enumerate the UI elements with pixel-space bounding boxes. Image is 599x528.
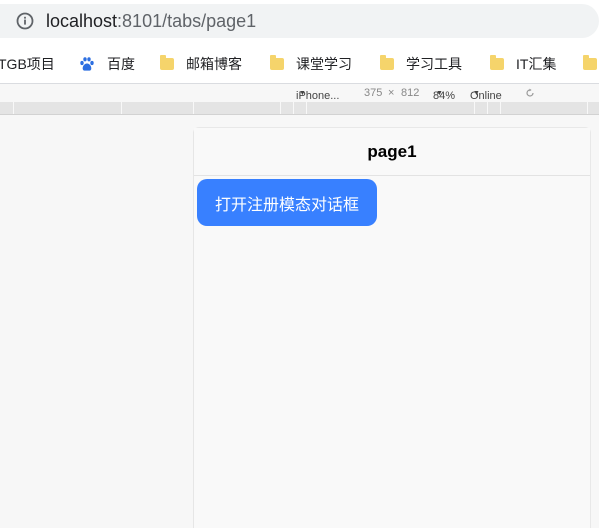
url-host: localhost <box>46 11 118 31</box>
folder-icon <box>270 55 284 70</box>
device-viewport: page1 打开注册模态对话框 <box>193 127 591 528</box>
device-toolbar: iPhone... ▼ 375 × 812 84% ▼ Online ▼ <box>0 84 599 102</box>
bookmark-overflow[interactable] <box>583 45 599 83</box>
bookmark-label: 学习工具 <box>406 56 462 72</box>
device-width[interactable]: 375 <box>364 87 382 99</box>
bookmark-mail-blog[interactable]: 邮箱博客 <box>160 45 242 83</box>
folder-icon <box>583 55 597 70</box>
address-bar-row: localhost:8101/tabs/page1 <box>0 0 599 45</box>
bookmark-label: 邮箱博客 <box>186 56 242 72</box>
bookmark-class-study[interactable]: 课堂学习 <box>270 45 352 83</box>
bookmark-label: 课堂学习 <box>296 56 352 72</box>
bookmark-label: 百度 <box>107 56 135 72</box>
folder-icon <box>490 55 504 70</box>
bookmark-label: IT汇集 <box>516 56 557 72</box>
dropdown-arrow-icon: ▼ <box>473 90 480 97</box>
url-path: :8101/tabs/page1 <box>117 11 257 31</box>
page-title: page1 <box>367 142 417 161</box>
bookmark-baidu[interactable]: 百度 <box>79 45 135 83</box>
dropdown-arrow-icon: ▼ <box>436 90 443 97</box>
bookmark-it-collection[interactable]: IT汇集 <box>490 45 556 83</box>
device-height[interactable]: 812 <box>401 87 419 99</box>
folder-icon <box>160 55 174 70</box>
dropdown-arrow-icon: ▼ <box>299 90 306 97</box>
open-register-modal-button[interactable]: 打开注册模态对话框 <box>197 179 377 226</box>
folder-icon <box>380 55 394 70</box>
url-text[interactable]: localhost:8101/tabs/page1 <box>46 11 256 31</box>
bookmark-tgb[interactable]: TGB项目 <box>0 45 55 83</box>
dimension-separator: × <box>388 87 395 99</box>
rotate-icon[interactable] <box>525 88 535 98</box>
info-icon[interactable] <box>16 12 34 30</box>
media-query-ruler[interactable] <box>0 102 599 115</box>
app-toolbar: page1 <box>194 128 590 176</box>
omnibox[interactable]: localhost:8101/tabs/page1 <box>0 4 599 38</box>
baidu-paw-icon <box>80 57 94 71</box>
bookmark-label: TGB项目 <box>0 56 55 72</box>
bookmark-study-tools[interactable]: 学习工具 <box>380 45 462 83</box>
bookmarks-bar: TGB项目 百度 邮箱博客 课堂学习 学习工具 IT汇集 <box>0 45 599 84</box>
